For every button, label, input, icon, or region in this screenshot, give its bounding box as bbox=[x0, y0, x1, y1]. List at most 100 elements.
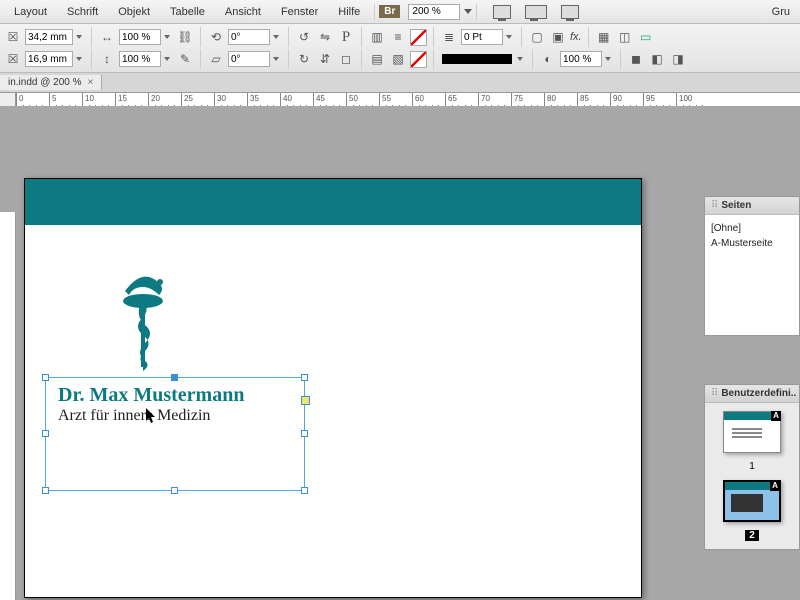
scale-x-input[interactable] bbox=[119, 29, 161, 45]
doc-tab[interactable]: in.indd @ 200 % × bbox=[0, 75, 102, 90]
grip-icon[interactable]: ⠿ bbox=[711, 200, 717, 211]
panel-header[interactable]: ⠿ Seiten bbox=[705, 197, 799, 215]
chevron-down-icon[interactable] bbox=[164, 57, 170, 61]
stroke-none-swatch-icon[interactable] bbox=[410, 51, 427, 68]
link-icon[interactable]: ⛓ bbox=[176, 28, 194, 46]
menu-objekt[interactable]: Objekt bbox=[108, 6, 160, 18]
chevron-down-icon[interactable] bbox=[517, 57, 523, 61]
pages-panel[interactable]: ⠿ Seiten [Ohne] A-Musterseite bbox=[704, 196, 800, 336]
reference-point-icon[interactable]: ☒ bbox=[4, 50, 22, 68]
page-number: 2 bbox=[745, 530, 759, 541]
fill-none-swatch-icon[interactable] bbox=[410, 29, 427, 46]
text-frame-selected[interactable]: Dr. Max Mustermann Arzt für innere Mediz… bbox=[45, 377, 305, 491]
resize-handle[interactable] bbox=[301, 374, 308, 381]
shear-icon: ▱ bbox=[207, 50, 225, 68]
resize-handle[interactable] bbox=[42, 374, 49, 381]
grip-icon[interactable]: ⠿ bbox=[711, 388, 717, 399]
screen-mode-icon[interactable] bbox=[493, 5, 511, 19]
workspace-label[interactable]: Gru bbox=[772, 6, 796, 18]
menu-ansicht[interactable]: Ansicht bbox=[215, 6, 271, 18]
bridge-badge-icon[interactable]: Br bbox=[379, 5, 400, 18]
text-outport-icon[interactable] bbox=[301, 396, 310, 405]
fit-content-icon[interactable]: ◫ bbox=[616, 28, 634, 46]
menu-schrift[interactable]: Schrift bbox=[57, 6, 108, 18]
align-to-icon[interactable]: ▥ bbox=[368, 28, 386, 46]
master-none[interactable]: [Ohne] bbox=[711, 221, 793, 236]
options-icon[interactable]: ◧ bbox=[648, 50, 666, 68]
rotate-cw-icon[interactable]: ↻ bbox=[295, 50, 313, 68]
screen-icon[interactable] bbox=[561, 5, 579, 19]
chevron-down-icon[interactable] bbox=[273, 57, 279, 61]
page[interactable]: Dr. Max Mustermann Arzt für innere Mediz… bbox=[24, 178, 642, 598]
p-char-icon[interactable]: P bbox=[337, 28, 355, 46]
clear-transform-icon[interactable]: ✎ bbox=[176, 50, 194, 68]
chevron-down-icon[interactable] bbox=[464, 9, 472, 14]
chevron-down-icon[interactable] bbox=[605, 57, 611, 61]
master-a[interactable]: A-Musterseite bbox=[711, 236, 793, 251]
zoom-control[interactable] bbox=[408, 4, 472, 20]
scale-y-input[interactable] bbox=[119, 51, 161, 67]
vertical-ruler[interactable] bbox=[0, 212, 16, 600]
drop-shadow-icon[interactable]: ◼ bbox=[627, 50, 645, 68]
rotate-input[interactable] bbox=[228, 29, 270, 45]
page-thumbnail-2[interactable]: A bbox=[723, 480, 781, 522]
chevron-down-icon[interactable] bbox=[273, 35, 279, 39]
shear-input[interactable] bbox=[228, 51, 270, 67]
corner-options-icon[interactable]: ▦ bbox=[595, 28, 613, 46]
master-pages-list[interactable]: [Ohne] A-Musterseite bbox=[705, 215, 799, 335]
resize-handle[interactable] bbox=[171, 374, 178, 381]
page-thumbnail-1[interactable]: A bbox=[723, 411, 781, 453]
stroke-style-swatch[interactable] bbox=[442, 54, 512, 64]
panel-title: Benutzerdefini.. bbox=[721, 388, 796, 399]
align-icon[interactable]: ▤ bbox=[368, 50, 386, 68]
x-input[interactable] bbox=[25, 29, 73, 45]
align-icon[interactable]: ▧ bbox=[389, 50, 407, 68]
resize-handle[interactable] bbox=[301, 487, 308, 494]
menu-fenster[interactable]: Fenster bbox=[271, 6, 328, 18]
chevron-down-icon[interactable] bbox=[76, 57, 82, 61]
rotate-ccw-icon[interactable]: ↺ bbox=[295, 28, 313, 46]
resize-handle[interactable] bbox=[42, 487, 49, 494]
flip-h-icon[interactable]: ⇋ bbox=[316, 28, 334, 46]
custom-panel[interactable]: ⠿ Benutzerdefini.. A 1 A 2 bbox=[704, 384, 800, 550]
frame-fit-icon[interactable]: ▭ bbox=[637, 28, 655, 46]
master-badge-icon: A bbox=[770, 481, 780, 491]
distribute-icon[interactable]: ≡ bbox=[389, 28, 407, 46]
page-number: 1 bbox=[749, 461, 755, 472]
chevron-down-icon[interactable] bbox=[506, 35, 512, 39]
stroke-weight-icon: ≣ bbox=[440, 28, 458, 46]
panel-header[interactable]: ⠿ Benutzerdefini.. bbox=[705, 385, 799, 403]
scale-x-icon: ↔ bbox=[98, 28, 116, 46]
panel-title: Seiten bbox=[721, 200, 751, 211]
resize-handle[interactable] bbox=[42, 430, 49, 437]
resize-handle[interactable] bbox=[171, 487, 178, 494]
doc-tab-label: in.indd @ 200 % bbox=[8, 77, 82, 88]
flip-v-icon[interactable]: ⇵ bbox=[316, 50, 334, 68]
rotate-icon: ⟲ bbox=[207, 28, 225, 46]
scale-y-icon: ↕ bbox=[98, 50, 116, 68]
arrange-docs-icon[interactable] bbox=[525, 5, 547, 19]
reference-point-icon[interactable]: ☒ bbox=[4, 28, 22, 46]
control-bar: ☒ ↔ ⛓ ⟲ ↺ ⇋ P ▥ ≡ ≣ ▢ ▣ fx. ▦ ◫ ▭ ☒ ↕ ✎ bbox=[0, 24, 800, 73]
y-input[interactable] bbox=[25, 51, 73, 67]
canvas[interactable]: Dr. Max Mustermann Arzt für innere Mediz… bbox=[0, 106, 800, 600]
opacity-input[interactable] bbox=[560, 51, 602, 67]
textwrap-around-icon[interactable]: ▣ bbox=[549, 28, 567, 46]
menu-tabelle[interactable]: Tabelle bbox=[160, 6, 215, 18]
close-icon[interactable]: × bbox=[88, 77, 94, 88]
page-banner bbox=[25, 179, 641, 225]
menu-separator bbox=[476, 4, 477, 20]
menu-layout[interactable]: Layout bbox=[4, 6, 57, 18]
master-badge-icon: A bbox=[771, 411, 781, 421]
stroke-weight-input[interactable] bbox=[461, 29, 503, 45]
resize-handle[interactable] bbox=[301, 430, 308, 437]
chevron-down-icon[interactable] bbox=[164, 35, 170, 39]
options-icon[interactable]: ◨ bbox=[669, 50, 687, 68]
fx-label[interactable]: fx. bbox=[570, 31, 582, 43]
textwrap-none-icon[interactable]: ▢ bbox=[528, 28, 546, 46]
select-container-icon[interactable]: ◻ bbox=[337, 50, 355, 68]
menu-hilfe[interactable]: Hilfe bbox=[328, 6, 370, 18]
chevron-down-icon[interactable] bbox=[76, 35, 82, 39]
zoom-input[interactable] bbox=[408, 4, 460, 20]
mouse-cursor-icon bbox=[146, 408, 158, 427]
